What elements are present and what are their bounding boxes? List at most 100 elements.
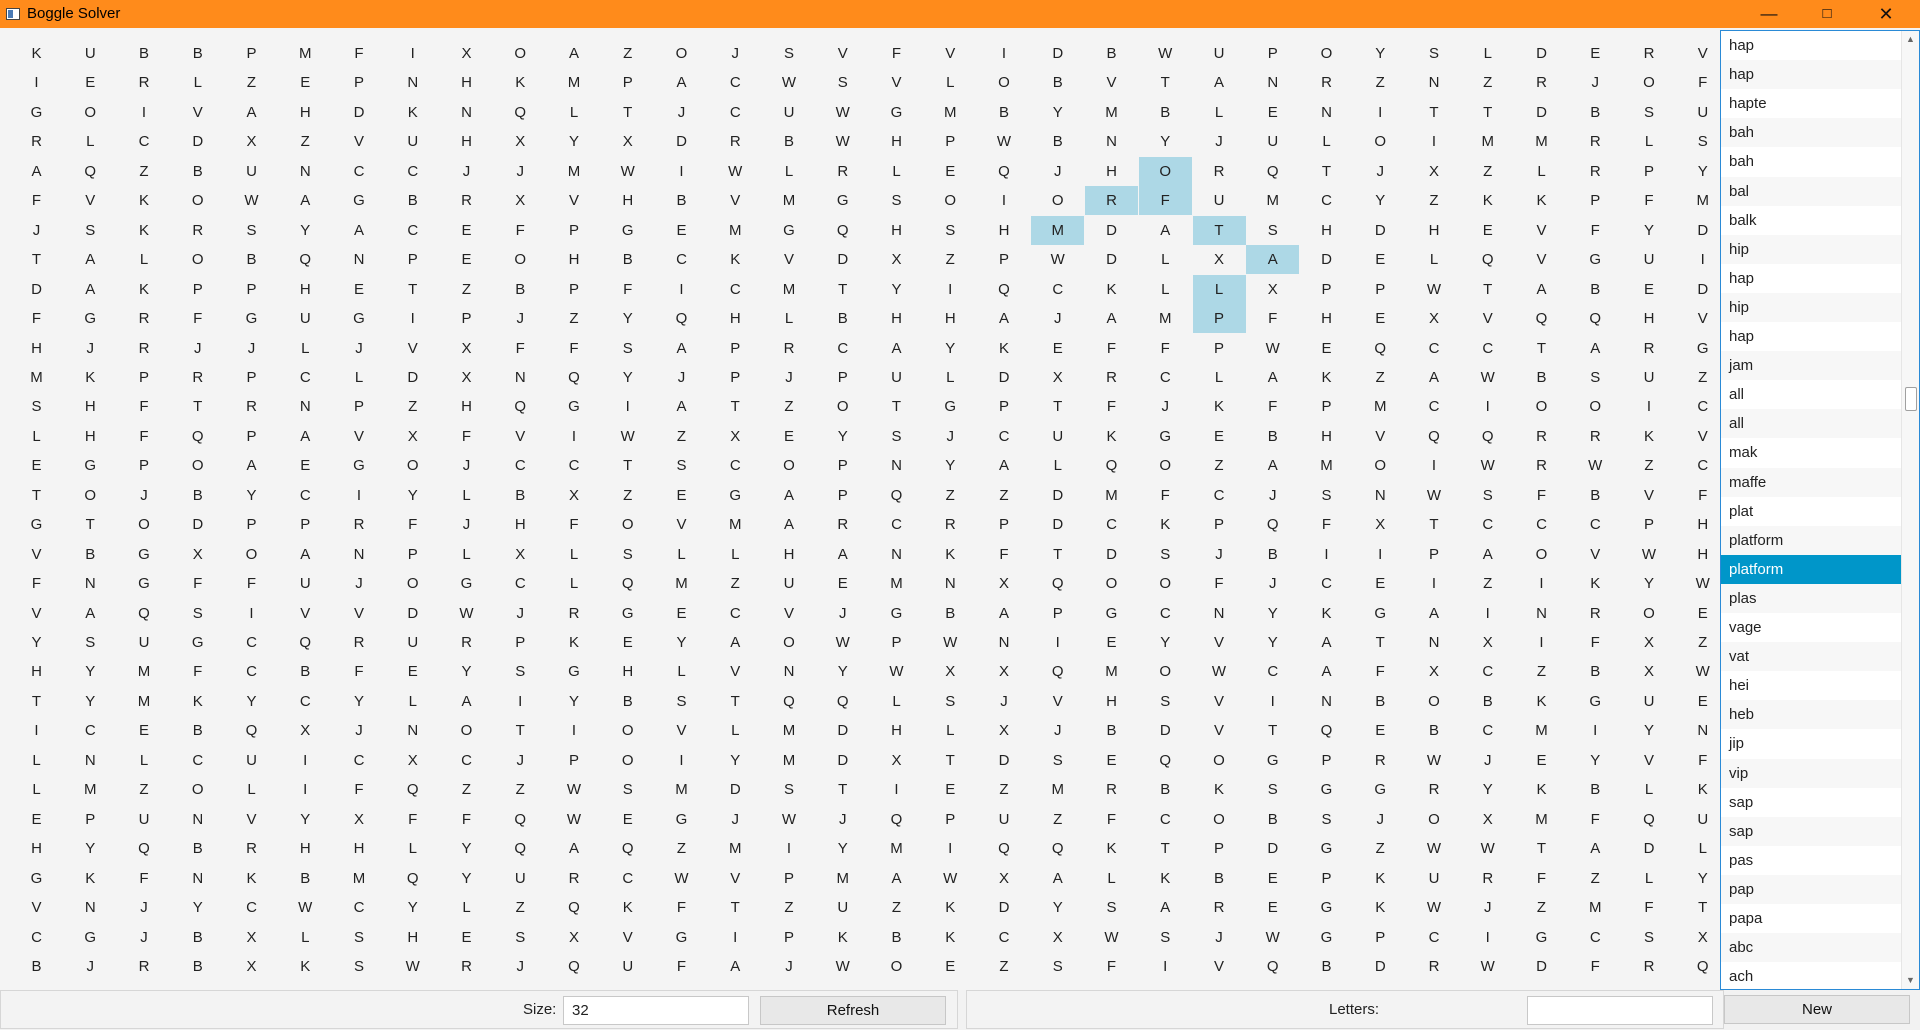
grid-cell: X — [300, 722, 311, 740]
list-item[interactable]: pap — [1721, 874, 1902, 904]
grid-cell: B — [407, 192, 418, 210]
grid-cell: Z — [1483, 74, 1493, 92]
grid-cell: Y — [1643, 575, 1654, 593]
grid-cell: A — [85, 251, 96, 269]
list-item[interactable]: hip — [1721, 234, 1902, 264]
grid-cell: F — [1321, 516, 1332, 534]
grid-cell: L — [32, 781, 41, 799]
list-item[interactable]: plat — [1721, 497, 1902, 526]
grid-cell: U — [622, 957, 634, 975]
scroll-up-icon[interactable]: ▲ — [1902, 31, 1919, 48]
grid-cell: A — [300, 192, 311, 210]
grid-cell: U — [1213, 192, 1225, 210]
close-button[interactable]: ✕ — [1857, 0, 1915, 28]
grid-cell: X — [1482, 810, 1493, 828]
list-item[interactable]: jip — [1721, 729, 1902, 758]
list-item[interactable]: ach — [1721, 962, 1902, 989]
grid-cell: R — [837, 516, 849, 534]
grid-cell: R — [1085, 186, 1138, 216]
grid-cell: C — [1106, 516, 1117, 534]
grid-cell: R — [138, 74, 150, 92]
list-item[interactable]: bal — [1721, 176, 1902, 206]
grid-cell: U — [998, 810, 1010, 828]
word-list-scrollbar[interactable]: ▲ ▼ — [1901, 31, 1919, 989]
size-input[interactable]: 32 — [563, 996, 749, 1025]
list-item[interactable]: bah — [1721, 118, 1902, 148]
list-item[interactable]: sap — [1721, 788, 1902, 817]
grid-cell: K — [1536, 692, 1547, 710]
list-item[interactable]: heb — [1721, 700, 1902, 730]
grid-cell: D — [729, 781, 741, 799]
list-item[interactable]: hap — [1721, 31, 1902, 60]
grid-cell: G — [1320, 899, 1333, 917]
new-button[interactable]: New — [1724, 995, 1910, 1024]
grid-cell: H — [461, 398, 472, 416]
list-item[interactable]: pas — [1721, 846, 1902, 875]
grid-cell: N — [353, 251, 365, 269]
grid-cell: U — [299, 575, 311, 593]
list-item[interactable]: platform — [1721, 525, 1902, 555]
scroll-down-icon[interactable]: ▼ — [1902, 972, 1919, 989]
list-item[interactable]: jam — [1721, 351, 1902, 381]
grid-cell: E — [1106, 634, 1117, 651]
list-item[interactable]: vip — [1721, 758, 1902, 788]
grid-cell: B — [1321, 957, 1332, 975]
grid-cell: P — [1321, 751, 1332, 769]
list-item[interactable]: vage — [1721, 613, 1902, 642]
grid-cell: F — [1106, 339, 1117, 357]
grid-cell: G — [729, 486, 742, 504]
grid-cell: X — [407, 751, 418, 769]
grid-cell: J — [839, 810, 847, 828]
list-item[interactable]: hip — [1721, 292, 1902, 322]
grid-cell: J — [1591, 74, 1600, 92]
list-item[interactable]: hei — [1721, 671, 1902, 700]
grid-cell: X — [246, 957, 257, 975]
list-item[interactable]: all — [1721, 380, 1902, 409]
grid-cell: F — [999, 545, 1009, 563]
grid-cell: S — [85, 634, 96, 651]
list-item[interactable]: sap — [1721, 816, 1902, 846]
grid-cell: K — [138, 280, 149, 298]
scroll-thumb[interactable] — [1905, 387, 1917, 411]
list-item[interactable]: papa — [1721, 904, 1902, 933]
grid-cell: P — [246, 368, 257, 386]
grid-cell: L — [784, 162, 794, 180]
list-item[interactable]: platform — [1721, 554, 1902, 584]
grid-cell: U — [246, 162, 257, 180]
grid-cell: T — [408, 280, 418, 298]
grid-cell: M — [782, 722, 796, 740]
list-item[interactable]: hap — [1721, 322, 1902, 351]
grid-cell: H — [1321, 221, 1332, 239]
refresh-button[interactable]: Refresh — [760, 996, 946, 1025]
grid-cell: X — [1643, 663, 1654, 681]
list-item[interactable]: plas — [1721, 583, 1902, 613]
list-item[interactable]: abc — [1721, 933, 1902, 963]
grid-cell: I — [249, 604, 254, 622]
maximize-button[interactable]: □ — [1798, 0, 1856, 28]
list-item[interactable]: hap — [1721, 60, 1902, 90]
list-item[interactable]: balk — [1721, 206, 1902, 235]
list-item[interactable]: all — [1721, 409, 1902, 439]
grid-cell: F — [461, 427, 472, 445]
grid-cell: E — [837, 575, 848, 593]
list-item[interactable]: hap — [1721, 264, 1902, 293]
grid-cell: K — [246, 869, 257, 887]
letters-input[interactable] — [1527, 996, 1713, 1025]
grid-cell: V — [1643, 751, 1654, 769]
grid-cell: J — [1215, 133, 1223, 151]
grid-cell: E — [461, 928, 472, 946]
grid-cell: G — [138, 545, 150, 563]
list-item[interactable]: vat — [1721, 642, 1902, 672]
list-item[interactable]: maffe — [1721, 467, 1902, 497]
list-item[interactable]: hapte — [1721, 89, 1902, 118]
minimize-button[interactable]: — — [1740, 0, 1798, 28]
list-item[interactable]: mak — [1721, 438, 1902, 467]
grid-cell: G — [675, 810, 688, 828]
bottom-toolbar: Size: 32 Refresh Letters: New — [0, 990, 1920, 1030]
grid-cell: P — [246, 280, 257, 298]
list-item[interactable]: bah — [1721, 147, 1902, 176]
grid-cell: B — [1052, 133, 1063, 151]
word-list[interactable]: ach abc papa pap pas sap sap vip jip heb hei vat vag… — [1720, 30, 1920, 990]
grid-cell: B — [837, 310, 848, 328]
grid-cell: U — [1052, 427, 1064, 445]
